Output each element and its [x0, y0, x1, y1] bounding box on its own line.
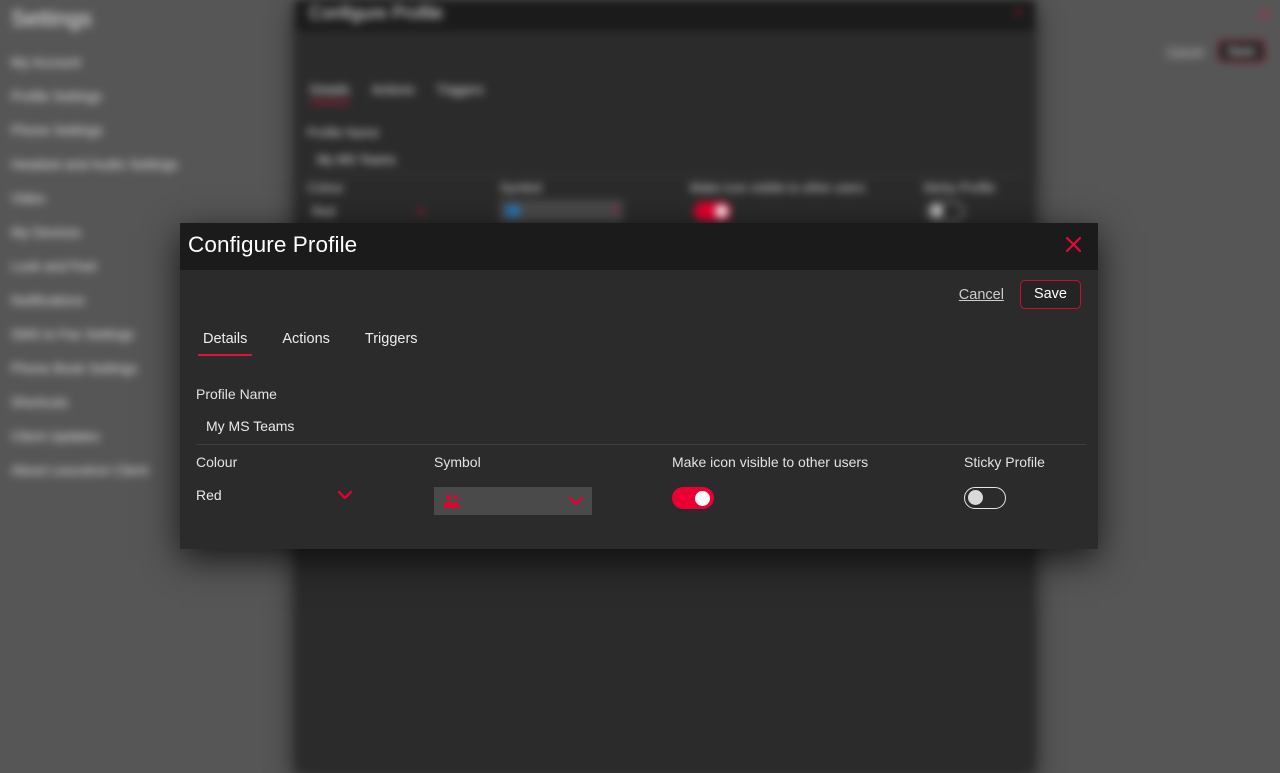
background-symbol-select[interactable]: 👥 ▾	[500, 200, 623, 222]
save-button[interactable]: Save	[1020, 280, 1081, 309]
profile-options-row: Colour Red Symbol	[196, 454, 1086, 515]
background-dialog-title: Configure Profile	[309, 3, 443, 24]
settings-window-close-icon[interactable]: ×	[1259, 6, 1270, 25]
sidebar-item-profile-settings[interactable]: Profile Settings	[0, 79, 293, 113]
tab-details[interactable]: Details	[198, 331, 252, 356]
sticky-profile-toggle[interactable]	[964, 487, 1006, 509]
colour-field: Colour Red	[196, 454, 434, 515]
background-symbol-label: Symbol	[500, 181, 542, 195]
settings-window-title: Settings	[11, 6, 92, 32]
cancel-button[interactable]: Cancel	[959, 287, 1004, 303]
symbol-chevron-down-icon	[568, 496, 584, 506]
background-dialog-close-icon[interactable]: ×	[1014, 4, 1023, 21]
colour-select[interactable]: Red	[196, 487, 353, 503]
background-dialog-header: Configure Profile ×	[295, 0, 1035, 31]
visible-toggle-label: Make icon visible to other users	[672, 454, 964, 470]
colour-selected-value: Red	[196, 487, 222, 503]
background-people-group-icon: 👥	[505, 203, 520, 217]
background-visible-label: Make icon visible to other users	[690, 181, 865, 195]
modal-title: Configure Profile	[188, 232, 357, 258]
background-profile-name-label: Profile Name	[307, 126, 379, 140]
background-dialog-tabs: Details Actions Triggers	[310, 82, 484, 103]
background-tab-details[interactable]: Details	[310, 82, 350, 103]
sidebar-item-headset-audio-settings[interactable]: Headset and Audio Settings	[0, 147, 293, 181]
toggle-knob	[968, 490, 983, 505]
background-symbol-chevron-down-icon: ▾	[612, 203, 618, 216]
background-colour-chevron-down-icon[interactable]: ▾	[418, 205, 424, 219]
sticky-toggle-field: Sticky Profile	[964, 454, 1086, 515]
make-icon-visible-toggle[interactable]	[672, 487, 714, 509]
chevron-down-icon	[337, 490, 353, 500]
symbol-select[interactable]	[434, 487, 592, 515]
profile-name-input[interactable]	[196, 418, 1086, 445]
toggle-knob	[695, 491, 710, 506]
profile-name-field: Profile Name	[196, 386, 1086, 445]
tab-triggers[interactable]: Triggers	[360, 331, 423, 356]
sidebar-item-video[interactable]: Video	[0, 181, 293, 215]
background-sticky-label: Sticky Profile	[923, 181, 995, 195]
profile-name-label: Profile Name	[196, 386, 1086, 402]
modal-header: Configure Profile	[180, 223, 1098, 270]
modal-tabs: Details Actions Triggers	[198, 331, 423, 356]
background-field-divider	[307, 174, 1022, 175]
background-colour-label: Colour	[307, 181, 344, 195]
visible-toggle-field: Make icon visible to other users	[672, 454, 964, 515]
background-dialog-actions: Cancel Save	[1166, 40, 1265, 62]
sidebar-item-my-account[interactable]: My Account	[0, 45, 293, 79]
symbol-label: Symbol	[434, 454, 672, 470]
background-colour-value[interactable]: Red	[312, 205, 335, 219]
modal-action-bar: Cancel Save	[959, 280, 1081, 309]
background-cancel-button[interactable]: Cancel	[1166, 44, 1203, 58]
background-tab-triggers[interactable]: Triggers	[436, 82, 483, 103]
background-visible-toggle[interactable]	[694, 202, 731, 221]
tab-actions[interactable]: Actions	[277, 331, 335, 356]
symbol-field: Symbol	[434, 454, 672, 515]
close-icon[interactable]	[1058, 229, 1088, 259]
background-sticky-toggle[interactable]	[927, 202, 964, 221]
background-tab-actions[interactable]: Actions	[372, 82, 415, 103]
colour-label: Colour	[196, 454, 434, 470]
app-screen: Settings × My Account Profile Settings P…	[0, 0, 1280, 773]
sidebar-item-phone-settings[interactable]: Phone Settings	[0, 113, 293, 147]
background-save-button[interactable]: Save	[1218, 40, 1265, 62]
sticky-profile-label: Sticky Profile	[964, 454, 1086, 470]
people-group-icon	[443, 494, 462, 509]
background-profile-name-value[interactable]: My MS Teams	[317, 153, 396, 167]
